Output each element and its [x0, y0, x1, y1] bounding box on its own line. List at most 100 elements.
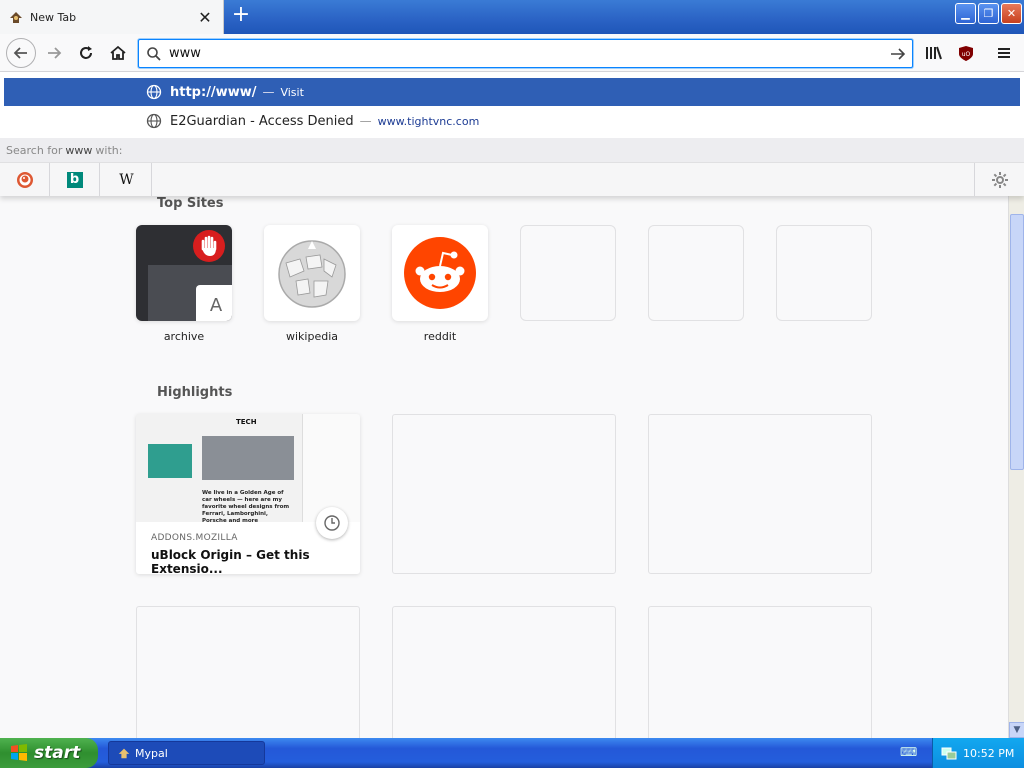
empty-tile: [648, 225, 744, 321]
taskbar: start Mypal ⌨ 10:52 PM: [0, 738, 1024, 768]
menu-button[interactable]: [990, 39, 1018, 67]
search-settings-button[interactable]: [974, 163, 1024, 196]
scrollbar-thumb[interactable]: [1010, 214, 1024, 470]
mypal-icon: [8, 9, 24, 25]
top-site-label: wikipedia: [285, 330, 338, 343]
globe-icon: [146, 113, 162, 129]
engine-wikipedia[interactable]: W: [102, 163, 152, 196]
autocomplete-result-visit[interactable]: http://www/ — Visit: [4, 78, 1020, 106]
url-autocomplete-popup: http://www/ — Visit E2Guardian - Access …: [0, 72, 1024, 196]
wikipedia-tile[interactable]: [264, 225, 360, 321]
archive-tile[interactable]: A: [136, 225, 232, 321]
search-term: www: [65, 143, 93, 157]
result-action: Visit: [280, 85, 304, 99]
close-button[interactable]: ✕: [1001, 3, 1022, 24]
empty-tile: [520, 225, 616, 321]
new-tab-button[interactable]: +: [229, 4, 253, 28]
back-arrow-icon: [13, 47, 27, 59]
reload-icon: [80, 46, 92, 59]
result-title: E2Guardian - Access Denied: [170, 113, 354, 129]
windows-logo-icon: [11, 744, 27, 761]
clock[interactable]: 10:52 PM: [963, 747, 1014, 760]
gear-icon: [991, 171, 1008, 188]
restore-button[interactable]: ❐: [978, 3, 999, 24]
autocomplete-result-history[interactable]: E2Guardian - Access Denied — www.tightvn…: [4, 107, 1020, 135]
new-tab-page: Top Sites A archive wikipedia reddit Hig…: [0, 196, 1008, 738]
ublock-icon: uO: [959, 45, 973, 61]
forward-button[interactable]: [40, 39, 68, 67]
highlight-card-ublock[interactable]: TECH We live in a Golden Age of car whee…: [136, 414, 360, 574]
top-site-label: reddit: [423, 330, 457, 343]
clock-icon: [316, 507, 348, 539]
search-icon: [139, 46, 169, 62]
one-off-search-engines: b W: [0, 162, 1024, 196]
thumb-popup: [302, 414, 360, 522]
ublock-button[interactable]: uO: [952, 39, 980, 67]
thumb-image: [148, 444, 192, 478]
top-site-empty: [648, 225, 744, 321]
reddit-tile[interactable]: [392, 225, 488, 321]
result-separator: —: [262, 85, 275, 99]
nav-toolbar: uO: [0, 34, 1024, 72]
mypal-icon: [118, 748, 130, 759]
bing-icon: b: [66, 171, 83, 188]
top-site-wikipedia[interactable]: wikipedia: [264, 225, 360, 343]
reload-button[interactable]: [72, 39, 100, 67]
search-with-header: Search for www with:: [0, 138, 1024, 162]
stop-hand-icon: [193, 230, 225, 262]
duckduckgo-icon: [16, 171, 33, 188]
highlight-card-empty: [392, 414, 616, 574]
back-button[interactable]: [6, 38, 36, 68]
top-site-reddit[interactable]: reddit: [392, 225, 488, 343]
highlight-thumbnail: TECH We live in a Golden Age of car whee…: [136, 414, 360, 522]
highlight-card-empty: [136, 606, 360, 738]
tab-title: New Tab: [30, 10, 77, 24]
window-controls: ▁ ❐ ✕: [955, 3, 1022, 24]
top-site-archive[interactable]: A archive: [136, 225, 232, 343]
taskbar-item-label: Mypal: [135, 746, 168, 760]
archive-letter-icon: A: [196, 285, 232, 321]
wikipedia-icon: W: [119, 171, 134, 188]
top-site-empty: [520, 225, 616, 321]
top-sites-heading: Top Sites: [157, 196, 224, 211]
start-label: start: [34, 743, 81, 763]
engine-bing[interactable]: b: [50, 163, 100, 196]
svg-text:uO: uO: [962, 51, 971, 58]
highlight-card-empty: [648, 414, 872, 574]
thumb-heading: TECH: [236, 418, 257, 426]
url-input[interactable]: [169, 46, 884, 61]
result-url: www.tightvnc.com: [377, 114, 480, 128]
home-icon: [110, 45, 126, 60]
library-icon: [926, 46, 942, 60]
thumb-car-image: [202, 436, 294, 480]
thumb-text: We live in a Golden Age of car wheels — …: [202, 490, 290, 522]
system-tray: 10:52 PM: [932, 738, 1024, 768]
result-separator: —: [359, 114, 372, 128]
go-arrow-icon[interactable]: [884, 46, 912, 62]
tab-close-icon[interactable]: ✕: [195, 7, 215, 27]
empty-tile: [776, 225, 872, 321]
scroll-down-arrow-icon[interactable]: ▼: [1009, 722, 1024, 738]
wikipedia-globe-icon: [278, 240, 346, 308]
hamburger-icon: [998, 48, 1010, 58]
tab-new-tab[interactable]: New Tab ✕: [0, 0, 224, 34]
highlights-heading: Highlights: [157, 385, 233, 400]
search-for-label: Search for: [6, 143, 63, 157]
network-icon[interactable]: [941, 745, 957, 761]
keyboard-icon[interactable]: ⌨: [900, 745, 920, 761]
engine-duckduckgo[interactable]: [0, 163, 50, 196]
reddit-icon: [404, 237, 476, 309]
highlight-card-empty: [648, 606, 872, 738]
home-button[interactable]: [104, 39, 132, 67]
globe-icon: [146, 84, 162, 100]
top-site-empty: [776, 225, 872, 321]
highlight-source: ADDONS.MOZILLA: [151, 533, 238, 543]
title-bar: New Tab ✕ + ▁ ❐ ✕: [0, 0, 1024, 34]
search-with-label: with:: [95, 143, 123, 157]
page-scrollbar[interactable]: ▼: [1008, 196, 1024, 738]
start-button[interactable]: start: [0, 738, 98, 768]
taskbar-item-mypal[interactable]: Mypal: [108, 741, 265, 765]
url-bar[interactable]: [138, 39, 913, 68]
minimize-button[interactable]: ▁: [955, 3, 976, 24]
library-button[interactable]: [920, 39, 948, 67]
